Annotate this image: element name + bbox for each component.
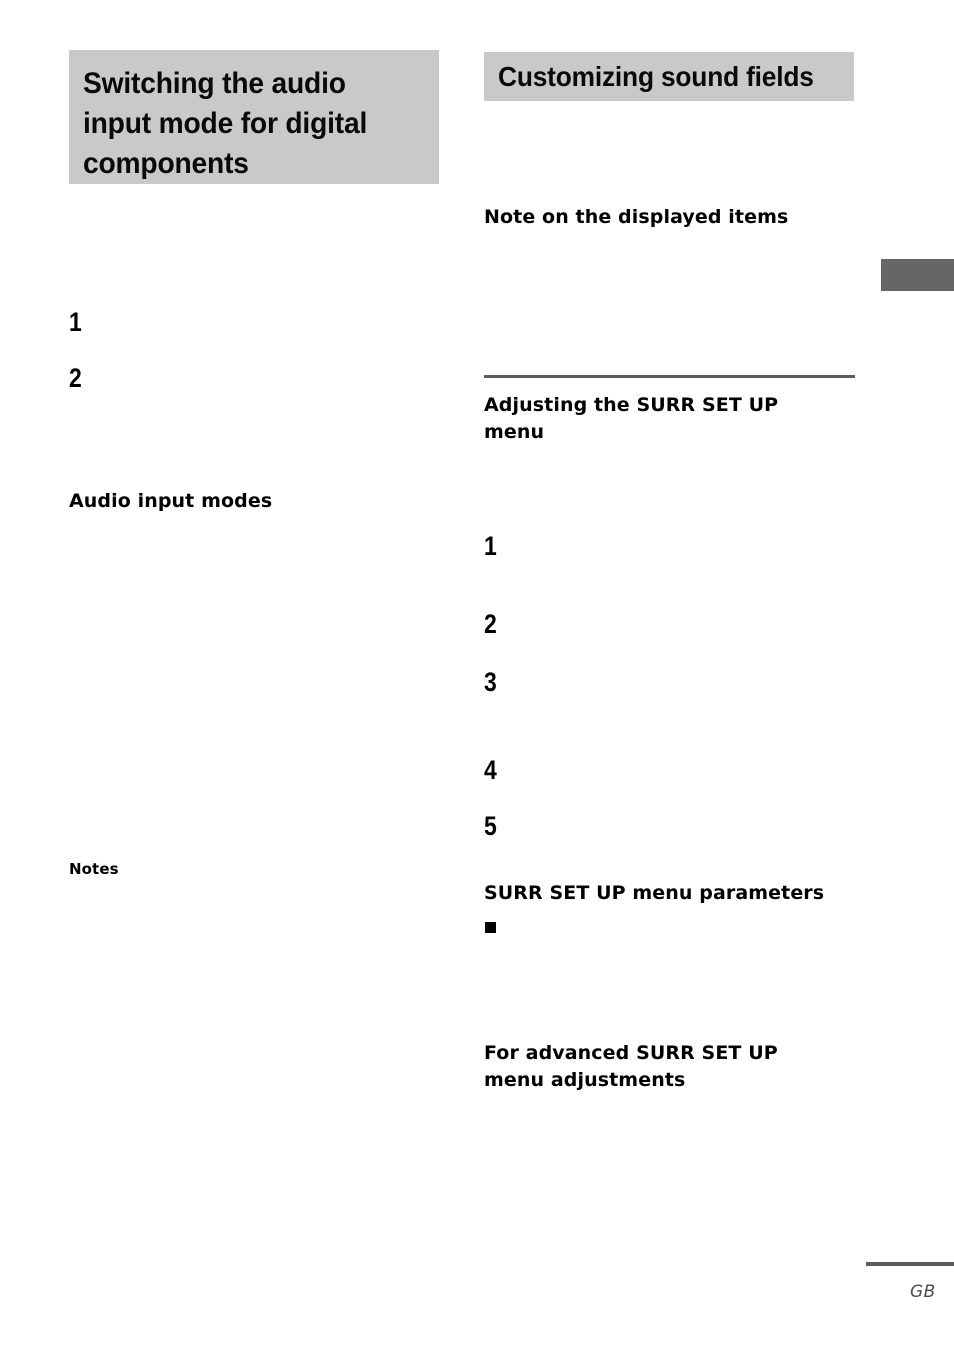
square-bullet-icon (485, 922, 496, 933)
right-step-number-3: 3 (484, 667, 497, 697)
right-step-number-5: 5 (484, 811, 497, 841)
section-divider-rule (484, 375, 855, 378)
right-step-number-2: 2 (484, 609, 497, 639)
notes-heading: Notes (69, 860, 119, 878)
footer-rule (866, 1262, 954, 1266)
left-section-title: Switching the audio input mode for digit… (83, 67, 368, 180)
left-step-number-1: 1 (69, 307, 82, 337)
left-section-banner: Switching the audio input mode for digit… (69, 50, 439, 184)
advanced-surr-setup-heading-line1: For advanced SURR SET UP (484, 1042, 778, 1064)
left-step-number-2: 2 (69, 363, 82, 393)
right-step-number-4: 4 (484, 755, 497, 785)
right-step-number-1: 1 (484, 531, 497, 561)
right-section-title: Customizing sound fields (498, 61, 814, 92)
note-on-displayed-items-heading: Note on the displayed items (484, 206, 789, 228)
document-page: Switching the audio input mode for digit… (0, 0, 954, 1352)
adjusting-surr-setup-heading-line1: Adjusting the SURR SET UP (484, 394, 779, 416)
surr-setup-parameters-heading: SURR SET UP menu parameters (484, 882, 825, 904)
audio-input-modes-heading: Audio input modes (69, 490, 273, 512)
page-edge-tab-marker (881, 259, 954, 291)
advanced-surr-setup-heading-line2: menu adjustments (484, 1069, 686, 1091)
page-language-label: GB (910, 1282, 936, 1302)
adjusting-surr-setup-heading-line2: menu (484, 421, 545, 443)
right-section-banner: Customizing sound fields (484, 52, 854, 101)
